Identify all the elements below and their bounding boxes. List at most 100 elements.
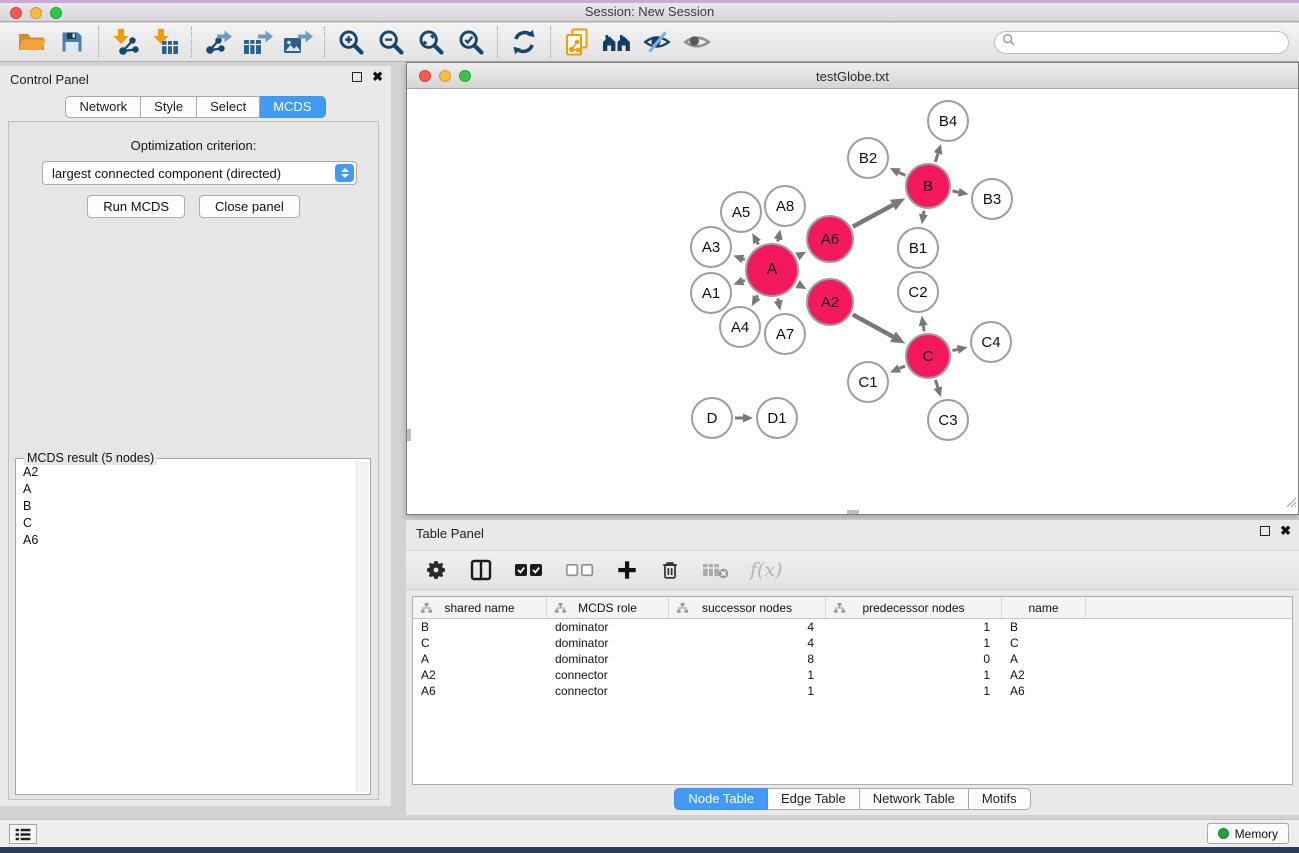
zoom-out-icon[interactable] [371,26,411,58]
graph-node-A5[interactable]: A5 [720,191,762,233]
function-builder-icon[interactable]: f(x) [750,559,783,581]
table-cell[interactable]: A6 [413,683,547,699]
table-cell[interactable]: A [1002,651,1086,667]
graph-node-B3[interactable]: B3 [971,178,1013,220]
graph-node-C[interactable]: C [905,333,951,379]
table-cell[interactable]: 1 [669,683,826,699]
table-row[interactable]: Adominator80A [413,651,1292,667]
export-network-icon[interactable] [198,26,238,58]
tab-mcds[interactable]: MCDS [260,96,325,118]
table-cell[interactable]: C [413,635,547,651]
table-cell[interactable]: A2 [413,667,547,683]
graph-node-B[interactable]: B [905,163,951,209]
tab-node-table[interactable]: Node Table [674,788,768,810]
graph-node-A7[interactable]: A7 [764,313,806,355]
delete-table-icon[interactable] [702,560,729,580]
graph-node-B2[interactable]: B2 [847,137,889,179]
table-cell[interactable]: B [1002,619,1086,635]
graph-node-A6[interactable]: A6 [806,215,854,263]
table-cell[interactable]: A2 [1002,667,1086,683]
graph-node-A1[interactable]: A1 [690,272,732,314]
tab-style[interactable]: Style [141,96,197,118]
graph-node-A8[interactable]: A8 [764,185,806,227]
table-cell[interactable]: 1 [826,619,1002,635]
refresh-view-icon[interactable] [504,26,544,58]
graph-node-A3[interactable]: A3 [690,226,732,268]
hide-graphics-icon[interactable] [637,26,677,58]
table-cell[interactable]: 0 [826,651,1002,667]
result-scrollbar[interactable] [356,461,369,792]
table-cell[interactable]: A [413,651,547,667]
result-item[interactable]: A [16,480,356,497]
table-cell[interactable]: dominator [547,635,669,651]
column-header-name[interactable]: name [1002,597,1086,618]
column-header-MCDS-role[interactable]: MCDS role [547,597,669,618]
split-panel-icon[interactable] [469,558,493,582]
window-resize-grip[interactable] [1283,494,1297,513]
graph-node-A4[interactable]: A4 [719,306,761,348]
graph-node-C2[interactable]: C2 [897,271,939,313]
zoom-fit-icon[interactable] [411,26,451,58]
result-item[interactable]: B [16,497,356,514]
table-cell[interactable]: dominator [547,651,669,667]
zoom-selected-icon[interactable] [451,26,491,58]
table-row[interactable]: A6connector11A6 [413,683,1292,699]
table-cell[interactable]: 1 [669,667,826,683]
table-cell[interactable]: C [1002,635,1086,651]
import-table-icon[interactable] [145,26,185,58]
result-item[interactable]: A2 [16,463,356,480]
table-cell[interactable]: 4 [669,619,826,635]
home-icon[interactable] [597,26,637,58]
table-cell[interactable]: 1 [826,635,1002,651]
close-table-panel-icon[interactable]: ✖ [1280,526,1291,536]
table-cell[interactable]: 1 [826,667,1002,683]
run-mcds-button[interactable]: Run MCDS [87,195,185,218]
graph-node-C1[interactable]: C1 [847,361,889,403]
float-table-panel-icon[interactable] [1260,526,1270,536]
result-item[interactable]: C [16,514,356,531]
float-panel-icon[interactable] [352,72,362,82]
save-session-icon[interactable] [52,26,92,58]
table-row[interactable]: A2connector11A2 [413,667,1292,683]
table-cell[interactable]: 4 [669,635,826,651]
memory-button[interactable]: Memory [1207,823,1289,844]
network-canvas[interactable]: B4 B2 B B3 A8A5 A6 A3 B1 A C2 A1 A2 A4A7 C4 C C1 D D1 C3 [407,89,1298,514]
table-row[interactable]: Cdominator41C [413,635,1292,651]
export-image-icon[interactable] [278,26,318,58]
column-header-predecessor-nodes[interactable]: predecessor nodes [826,597,1002,618]
close-panel-button[interactable]: Close panel [199,195,300,218]
delete-column-icon[interactable] [659,558,681,582]
graph-node-A2[interactable]: A2 [806,278,854,326]
graph-node-C4[interactable]: C4 [970,321,1012,363]
import-network-icon[interactable] [105,26,145,58]
export-table-icon[interactable] [238,26,278,58]
graph-node-B1[interactable]: B1 [897,227,939,269]
graph-node-C3[interactable]: C3 [927,399,969,441]
graph-node-B4[interactable]: B4 [927,100,969,142]
table-cell[interactable]: 1 [826,683,1002,699]
show-graphics-icon[interactable] [677,26,717,58]
table-cell[interactable]: connector [547,667,669,683]
task-history-button[interactable] [9,824,37,844]
table-cell[interactable]: connector [547,683,669,699]
horizontal-scroll-indicator[interactable] [847,510,859,514]
vertical-scroll-indicator[interactable] [407,429,411,441]
close-panel-icon[interactable]: ✖ [372,72,383,82]
tab-motifs[interactable]: Motifs [969,788,1031,810]
table-cell[interactable]: A6 [1002,683,1086,699]
graph-node-D1[interactable]: D1 [756,397,798,439]
add-column-icon[interactable] [616,559,638,581]
column-header-shared-name[interactable]: shared name [413,597,547,618]
tab-network-table[interactable]: Network Table [860,788,969,810]
zoom-in-icon[interactable] [331,26,371,58]
tab-select[interactable]: Select [197,96,260,118]
result-item[interactable]: A6 [16,531,356,548]
criterion-select[interactable]: largest connected component (directed) [42,161,357,185]
graph-node-D[interactable]: D [691,397,733,439]
graph-node-A[interactable]: A [745,243,799,297]
copy-network-icon[interactable] [557,26,597,58]
search-input[interactable] [1016,34,1288,52]
settings-gear-icon[interactable] [424,558,448,582]
table-cell[interactable]: dominator [547,619,669,635]
select-all-columns-icon[interactable] [514,562,544,578]
